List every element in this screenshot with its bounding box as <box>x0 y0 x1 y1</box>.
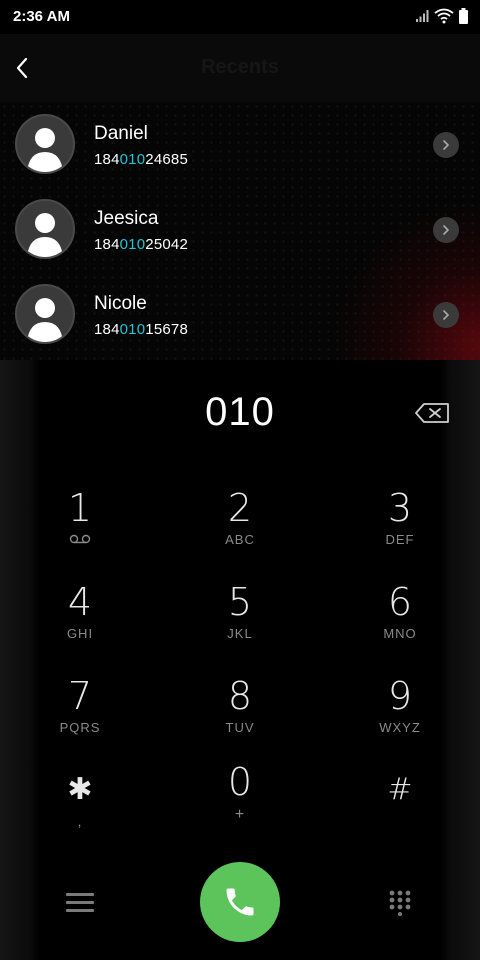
key-7[interactable]: 7 PQRS <box>20 674 140 754</box>
key-9[interactable]: 9 WXYZ <box>340 674 460 754</box>
header: Recents <box>0 34 480 102</box>
key-digit: 1 <box>67 486 93 530</box>
wifi-icon <box>434 8 454 24</box>
contact-row-nicole[interactable]: Nicole 18401015678 <box>0 272 480 357</box>
avatar <box>15 199 75 259</box>
avatar <box>15 284 75 344</box>
chevron-right-icon <box>443 310 450 320</box>
backspace-icon <box>415 403 449 423</box>
voicemail-icon <box>69 534 91 544</box>
key-digit: 6 <box>387 580 413 624</box>
avatar <box>15 114 75 174</box>
backspace-button[interactable] <box>412 400 452 426</box>
keypad-icon[interactable] <box>386 888 414 916</box>
key-digit: 0 <box>227 760 253 804</box>
contact-number: 18401025042 <box>94 236 188 253</box>
person-icon <box>27 298 63 342</box>
key-digit: # <box>387 772 413 807</box>
key-digit: 9 <box>387 674 413 718</box>
phone-icon <box>226 888 254 916</box>
key-8[interactable]: 8 TUV <box>180 674 300 754</box>
key-letters: ABC <box>225 532 255 547</box>
key-letters: , <box>77 814 83 829</box>
contact-details-button[interactable] <box>433 302 459 328</box>
key-digit: ✱ <box>67 772 93 807</box>
page-title: Recents <box>201 56 279 78</box>
key-letters: + <box>234 806 246 823</box>
key-0[interactable]: 0 + <box>180 760 300 840</box>
contact-name: Jeesica <box>94 208 159 229</box>
key-5[interactable]: 5 JKL <box>180 580 300 660</box>
contact-details-button[interactable] <box>433 132 459 158</box>
person-icon <box>27 128 63 172</box>
chevron-right-icon <box>443 225 450 235</box>
key-hash[interactable]: # <box>340 768 460 848</box>
battery-icon <box>459 8 468 24</box>
contact-details-button[interactable] <box>433 217 459 243</box>
status-time: 2:36 AM <box>13 8 70 25</box>
entered-number: 010 <box>205 390 275 434</box>
key-digit: 4 <box>67 580 93 624</box>
key-letters: JKL <box>227 626 253 641</box>
key-2[interactable]: 2 ABC <box>180 486 300 566</box>
key-digit: 7 <box>67 674 93 718</box>
signal-icon <box>416 10 429 22</box>
menu-icon <box>66 900 94 904</box>
status-bar: 2:36 AM <box>0 0 480 34</box>
recents-list: Daniel 18401024685 Jeesica 18401025042 N… <box>0 102 480 360</box>
contact-name: Daniel <box>94 123 148 144</box>
key-1[interactable]: 1 <box>20 486 140 566</box>
dialer-panel: 010 1 2 ABC 3 DEF 4 GHI 5 JKL 6 MNO 7 PQ… <box>0 360 480 960</box>
chevron-right-icon <box>443 140 450 150</box>
key-star[interactable]: ✱ , <box>20 768 140 848</box>
key-digit: 3 <box>387 486 413 530</box>
key-digit: 5 <box>227 580 253 624</box>
contact-row-jeesica[interactable]: Jeesica 18401025042 <box>0 187 480 272</box>
key-letters: WXYZ <box>379 720 421 735</box>
contact-name: Nicole <box>94 293 147 314</box>
status-icons <box>415 8 468 24</box>
key-letters: MNO <box>383 626 417 641</box>
contact-row-daniel[interactable]: Daniel 18401024685 <box>0 102 480 187</box>
contact-number: 18401015678 <box>94 321 188 338</box>
key-3[interactable]: 3 DEF <box>340 486 460 566</box>
key-digit: 2 <box>227 486 253 530</box>
key-4[interactable]: 4 GHI <box>20 580 140 660</box>
key-letters: DEF <box>385 532 415 547</box>
key-letters: GHI <box>66 626 94 641</box>
key-letters: PQRS <box>59 720 101 735</box>
menu-button[interactable] <box>66 888 94 916</box>
call-button[interactable] <box>200 862 280 942</box>
dialer-screen: 2:36 AM Recents Daniel 18401024685 Jeesi… <box>0 0 480 960</box>
menu-icon <box>66 892 94 896</box>
dialer-actions <box>0 860 480 950</box>
key-6[interactable]: 6 MNO <box>340 580 460 660</box>
menu-icon <box>66 908 94 912</box>
key-letters: TUV <box>225 720 255 735</box>
key-digit: 8 <box>227 674 253 718</box>
contact-number: 18401024685 <box>94 151 188 168</box>
person-icon <box>27 213 63 257</box>
